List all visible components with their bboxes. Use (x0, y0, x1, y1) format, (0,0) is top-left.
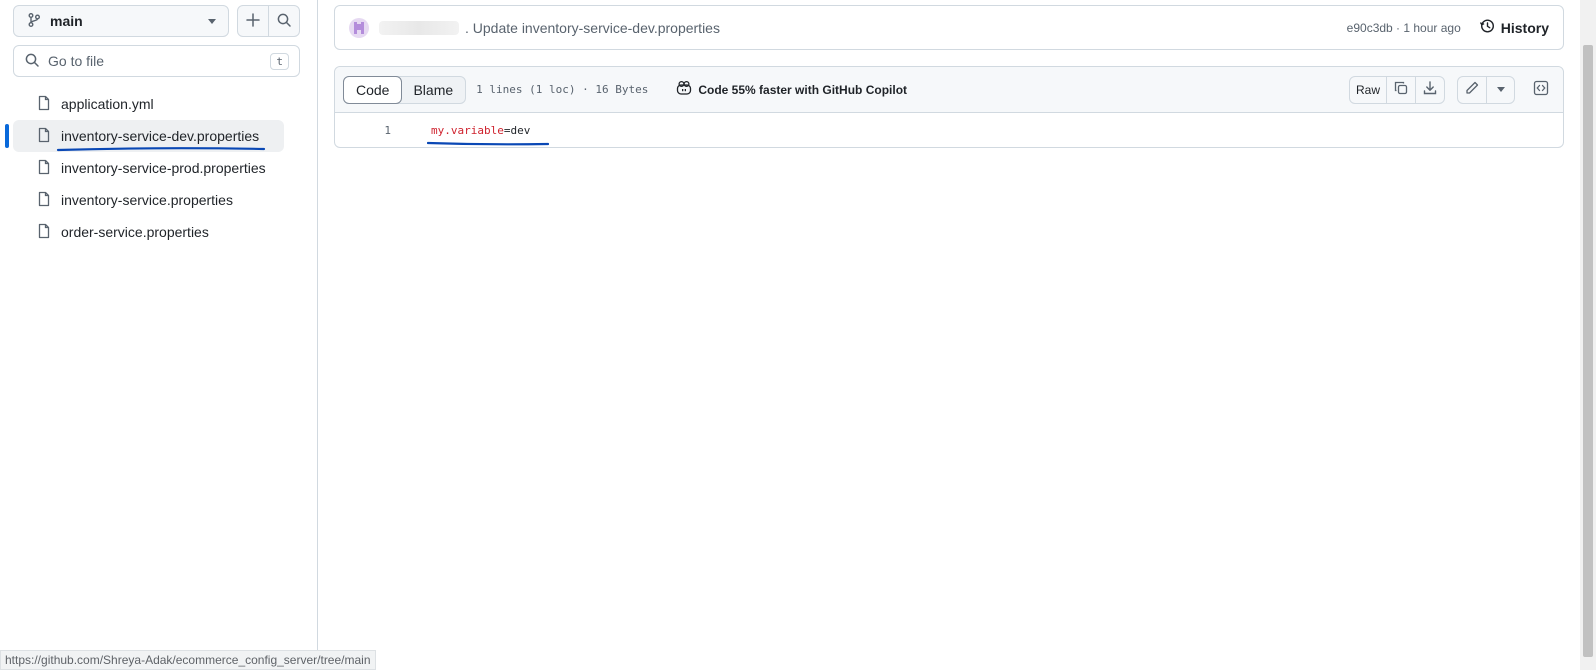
pencil-icon (1464, 80, 1480, 99)
author-name-redacted (379, 20, 459, 35)
copy-raw-button[interactable] (1386, 76, 1415, 103)
file-icon (36, 127, 52, 146)
download-button[interactable] (1415, 76, 1444, 103)
go-to-file-input[interactable]: Go to file t (13, 45, 300, 77)
copilot-promo-link[interactable]: Code 55% faster with GitHub Copilot (676, 80, 907, 99)
commit-meta[interactable]: e90c3db · 1 hour ago (1347, 21, 1461, 35)
code-view[interactable]: 1 my.variable=dev (335, 113, 1563, 148)
file-icon (36, 191, 52, 210)
code-line: my.variable=dev (431, 124, 530, 137)
keyboard-shortcut-hint: t (270, 52, 289, 70)
tree-item-inventory-service-prod[interactable]: inventory-service-prod.properties (0, 152, 318, 184)
tab-blame[interactable]: Blame (401, 77, 465, 103)
copy-icon (1393, 80, 1409, 99)
tree-item-application-yml[interactable]: application.yml (0, 88, 318, 120)
branch-icon (26, 12, 42, 31)
plus-icon (245, 12, 261, 31)
raw-copy-download-group: Raw (1348, 75, 1445, 104)
add-file-button[interactable] (238, 6, 268, 36)
tree-item-label: order-service.properties (61, 224, 209, 240)
file-icon (36, 95, 52, 114)
code-key-token: my.variable (431, 124, 504, 137)
active-item-marker (5, 124, 9, 148)
search-tree-button[interactable] (268, 6, 299, 36)
search-icon (24, 52, 40, 71)
file-actions: Raw (1348, 75, 1555, 104)
file-icon (36, 223, 52, 242)
tree-item-inventory-service[interactable]: inventory-service.properties (0, 184, 318, 216)
tree-item-label: inventory-service-prod.properties (61, 160, 266, 176)
edit-group (1457, 75, 1515, 104)
branch-selector-button[interactable]: main (13, 5, 229, 37)
history-button[interactable]: History (1479, 18, 1549, 37)
raw-button[interactable]: Raw (1350, 77, 1386, 103)
chevron-down-icon (1496, 87, 1505, 92)
line-number[interactable]: 1 (335, 124, 391, 137)
tab-code[interactable]: Code (343, 75, 403, 104)
file-tree: application.yml inventory-service-dev.pr… (0, 88, 318, 248)
history-icon (1479, 18, 1495, 37)
tree-item-label: application.yml (61, 96, 154, 112)
tree-item-label: inventory-service-dev.properties (61, 128, 260, 144)
browser-status-url: https://github.com/Shreya-Adak/ecommerce… (0, 650, 376, 670)
annotation-underline (427, 141, 549, 146)
branch-label: main (50, 13, 83, 29)
file-viewer: Code Blame 1 lines (1 loc) · 16 Bytes Co… (334, 66, 1564, 148)
copilot-label: Code 55% faster with GitHub Copilot (698, 82, 908, 97)
tree-item-inventory-service-dev[interactable]: inventory-service-dev.properties (0, 120, 318, 152)
code-value-token: dev (510, 124, 531, 137)
avatar[interactable] (349, 17, 369, 38)
file-header: Code Blame 1 lines (1 loc) · 16 Bytes Co… (335, 67, 1563, 113)
tree-actions-group (237, 5, 300, 37)
file-icon (36, 159, 52, 178)
tree-item-label: inventory-service.properties (61, 192, 233, 208)
tree-item-order-service[interactable]: order-service.properties (0, 216, 318, 248)
commit-message[interactable]: . Update inventory-service-dev.propertie… (465, 20, 720, 36)
caret-down-icon (208, 18, 216, 24)
search-icon (276, 12, 292, 31)
history-label: History (1500, 19, 1549, 36)
file-tree-sidebar: main Go to file t application.yml invent… (0, 0, 318, 670)
file-info: 1 lines (1 loc) · 16 Bytes (476, 83, 649, 96)
page-scrollbar-thumb[interactable] (1583, 45, 1593, 657)
symbols-panel-button[interactable] (1527, 76, 1555, 104)
edit-button[interactable] (1458, 77, 1486, 103)
view-mode-toggle: Code Blame (343, 75, 467, 104)
edit-options-button[interactable] (1486, 76, 1514, 103)
go-to-file-placeholder: Go to file (48, 53, 105, 69)
code-square-icon (1533, 80, 1549, 99)
latest-commit-bar: . Update inventory-service-dev.propertie… (334, 5, 1564, 50)
copilot-icon (676, 80, 692, 99)
download-icon (1422, 80, 1438, 99)
